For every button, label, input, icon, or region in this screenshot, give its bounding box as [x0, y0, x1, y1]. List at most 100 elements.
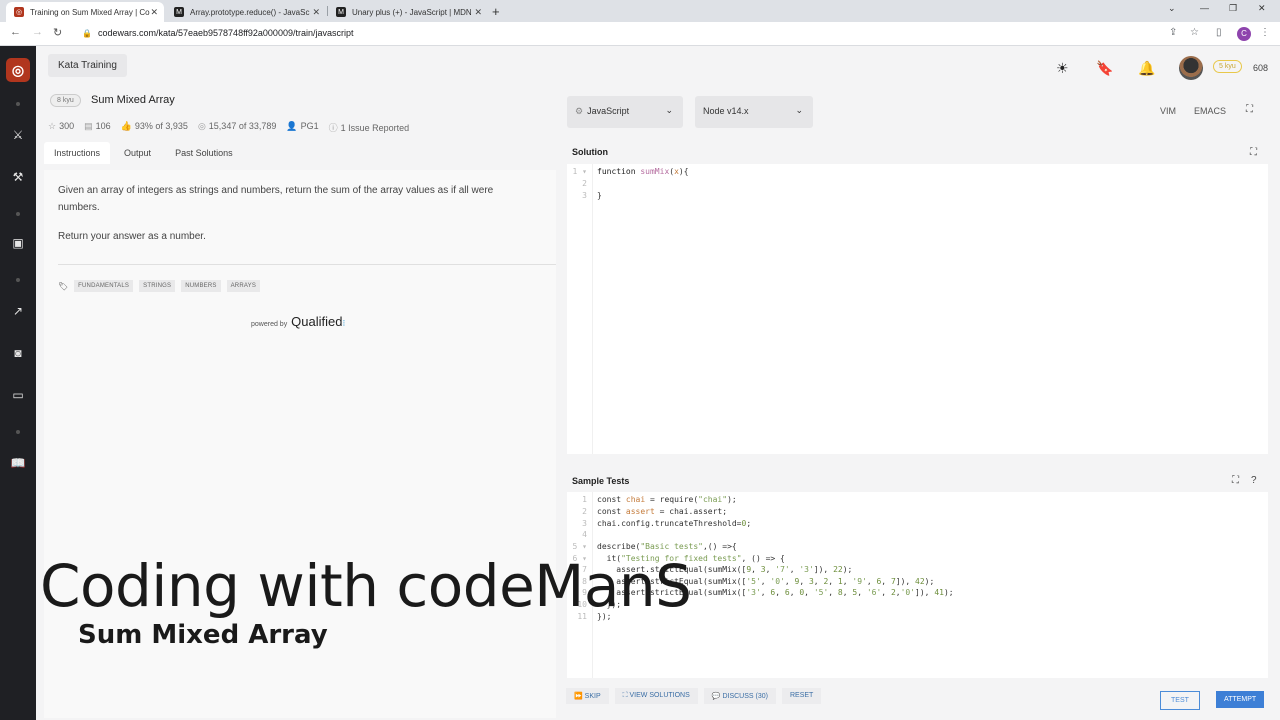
chevron-down-icon: ⌄	[665, 105, 673, 115]
view-solutions-button[interactable]: ⛶ VIEW SOLUTIONS	[614, 688, 698, 704]
stat-author[interactable]: 👤 PG1	[286, 121, 318, 134]
tab-instructions[interactable]: Instructions	[44, 142, 111, 164]
tag-fundamentals[interactable]: FUNDAMENTALS	[74, 280, 134, 292]
notification-bell-icon[interactable]: 🔔	[1138, 60, 1155, 77]
fullscreen-icon[interactable]: ⛶	[1246, 104, 1253, 115]
tab-search-icon[interactable]: ⌄	[1168, 3, 1176, 14]
close-icon[interactable]: ✕	[150, 7, 158, 18]
action-toolbar: ⏩ SKIP ⛶ VIEW SOLUTIONS 💬 DISCUSS (30) R…	[566, 688, 822, 704]
language-select[interactable]: ⚙ JavaScript ⌄	[567, 96, 683, 128]
runtime-select[interactable]: Node v14.x ⌄	[695, 96, 813, 128]
window-close-icon[interactable]: ✕	[1258, 3, 1266, 14]
tab-past-solutions[interactable]: Past Solutions	[165, 142, 243, 164]
back-icon[interactable]: ←	[10, 26, 21, 38]
stat-issues[interactable]: ⓘ 1 Issue Reported	[329, 121, 410, 134]
code-line: 2	[582, 179, 587, 188]
bookmark-icon[interactable]: 🔖	[1096, 60, 1113, 77]
tab-label: Array.prototype.reduce() - JavaSc	[190, 7, 310, 17]
close-icon[interactable]: ✕	[312, 7, 320, 18]
url-field[interactable]: 🔒 codewars.com/kata/57eaeb9578748ff92a000…	[82, 28, 353, 38]
tab-label: Training on Sum Mixed Array | Co	[30, 7, 150, 17]
kata-tabs: Instructions Output Past Solutions	[44, 142, 243, 164]
user-honor: 608	[1253, 63, 1269, 73]
stat-stars[interactable]: ☆ 300	[48, 121, 74, 134]
discuss-button[interactable]: 💬 DISCUSS (30)	[703, 688, 776, 704]
reload-icon[interactable]: ↻	[53, 26, 62, 39]
tag-strings[interactable]: STRINGS	[139, 280, 176, 292]
target-icon: ◎	[197, 121, 206, 131]
test-button[interactable]: TEST	[1160, 691, 1200, 710]
qualified-mark-icon: ⁝	[342, 318, 346, 328]
user-avatar[interactable]	[1179, 56, 1203, 80]
practice-icon[interactable]: ⚒	[9, 168, 27, 186]
tab-label: Unary plus (+) - JavaScript | MDN	[352, 7, 472, 17]
expand-tests-icon[interactable]: ⛶	[1232, 475, 1239, 486]
code-line: 4	[582, 530, 587, 539]
skip-button[interactable]: ⏩ SKIP	[566, 688, 609, 704]
info-icon: ⓘ	[328, 123, 338, 133]
stat-completed: ◎ 15,347 of 33,789	[198, 121, 276, 134]
stat-stars-value: 300	[59, 121, 75, 131]
theme-sun-icon[interactable]: ☀	[1056, 60, 1069, 77]
stat-satisfaction-pct: 93%	[134, 121, 153, 131]
menu-icon[interactable]: ⋮	[1260, 27, 1270, 38]
restore-icon[interactable]: ❐	[1229, 3, 1237, 14]
user-rank-badge: 5 kyu	[1213, 60, 1242, 73]
mdn-icon: M	[336, 7, 346, 17]
stat-collections[interactable]: ▤ 106	[84, 121, 111, 134]
tag-list: 🏷 FUNDAMENTALS STRINGS NUMBERS ARRAYS	[58, 280, 261, 292]
stat-issues-value: 1 Issue Reported	[340, 123, 410, 133]
leaderboard-icon[interactable]: ↗	[9, 302, 27, 320]
side-panel-icon[interactable]: ▯	[1216, 27, 1222, 38]
new-tab-icon[interactable]: +	[492, 4, 500, 19]
tag-arrays[interactable]: ARRAYS	[226, 280, 261, 292]
language-select-value: JavaScript	[587, 106, 630, 116]
solution-title: Solution	[572, 147, 608, 157]
skip-icon: ⏩	[574, 693, 585, 700]
forward-icon[interactable]: →	[32, 26, 43, 38]
rail-dot	[16, 278, 20, 282]
tag-numbers[interactable]: NUMBERS	[181, 280, 221, 292]
discord-icon[interactable]: ◙	[9, 344, 27, 362]
codewars-logo-icon[interactable]: ◎	[6, 58, 30, 82]
profile-avatar[interactable]: C	[1237, 27, 1251, 41]
lock-icon: 🔒	[82, 29, 92, 38]
powered-by-text: powered by	[251, 321, 288, 328]
overlay-title: Coding with codeManS	[40, 552, 692, 620]
train-icon[interactable]: ⚔	[9, 126, 27, 144]
tab-output[interactable]: Output	[114, 142, 161, 164]
reset-button[interactable]: RESET	[781, 688, 822, 704]
expand-solution-icon[interactable]: ⛶	[1250, 147, 1257, 158]
browser-tab-bar: ◎ Training on Sum Mixed Array | Co ✕ M A…	[0, 0, 1280, 22]
code-line: 2 const assert = chai.assert;	[582, 507, 728, 516]
browser-tab-codewars[interactable]: ◎ Training on Sum Mixed Array | Co ✕	[6, 2, 164, 22]
powered-by-qualified[interactable]: powered by Qualified⁝	[251, 314, 345, 329]
vim-mode-toggle[interactable]: VIM	[1160, 106, 1176, 116]
collection-icon: ▤	[84, 121, 93, 131]
view-solutions-label: VIEW SOLUTIONS	[629, 692, 690, 699]
docs-icon[interactable]: 📖	[9, 454, 27, 472]
rail-dot	[16, 430, 20, 434]
code-line: 1 ▾ function sumMix(x){	[572, 167, 689, 176]
chat-icon[interactable]: ▭	[9, 386, 27, 404]
code-line: 3 chai.config.truncateThreshold=0;	[582, 519, 752, 528]
browser-tab-reduce[interactable]: M Array.prototype.reduce() - JavaSc ✕	[166, 2, 326, 22]
browser-tab-unary-plus[interactable]: M Unary plus (+) - JavaScript | MDN ✕	[328, 2, 488, 22]
stat-satisfaction: 👍 93% of 3,935	[121, 121, 188, 134]
thumb-icon: 👍	[120, 121, 132, 131]
help-icon[interactable]: ?	[1251, 475, 1257, 486]
kata-training-crumb[interactable]: Kata Training	[48, 54, 127, 77]
sample-tests-title: Sample Tests	[572, 476, 630, 486]
bookmark-star-icon[interactable]: ☆	[1190, 27, 1199, 38]
briefcase-icon[interactable]: ▣	[9, 234, 27, 252]
runtime-select-value: Node v14.x	[703, 106, 749, 116]
attempt-button[interactable]: ATTEMPT	[1216, 691, 1265, 708]
solution-editor[interactable]: 1 ▾ function sumMix(x){ 2 3}	[567, 164, 1268, 454]
divider	[58, 264, 556, 265]
emacs-mode-toggle[interactable]: EMACS	[1194, 106, 1226, 116]
close-icon[interactable]: ✕	[474, 7, 482, 18]
stat-completed-value: 15,347	[208, 121, 237, 131]
share-icon[interactable]: ⇪	[1169, 27, 1177, 38]
minimize-icon[interactable]: —	[1200, 3, 1209, 13]
stat-completed-of: of 33,789	[238, 121, 277, 131]
